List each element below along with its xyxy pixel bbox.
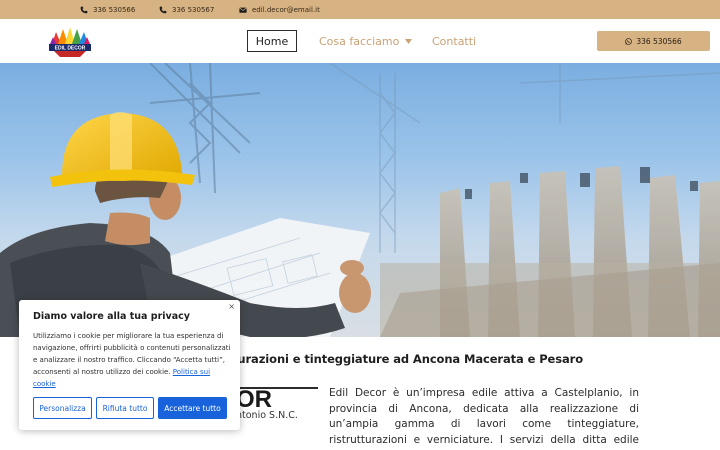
phone-icon <box>80 6 88 13</box>
top-contact-bar: 336 530566 336 530567 edil.decor@email.i… <box>0 0 720 19</box>
close-icon[interactable]: × <box>228 302 235 311</box>
topbar-phone-2-text: 336 530567 <box>172 5 215 14</box>
cookie-body: Utilizziamo i cookie per migliorare la t… <box>33 330 231 390</box>
page-tagline: turazioni e tinteggiature ad Ancona Mace… <box>232 352 584 366</box>
nav-cosa-facciamo[interactable]: Cosa facciamo <box>319 30 413 52</box>
nav-contatti[interactable]: Contatti <box>432 30 476 52</box>
edil-decor-logo-icon: EDIL DECOR <box>49 27 91 57</box>
intro-paragraph: Edil Decor è un’impresa edile attiva a C… <box>329 387 639 450</box>
header-phone-button-label: 336 530566 <box>636 36 682 46</box>
cookie-title: Diamo valore alla tua privacy <box>33 311 190 322</box>
cookie-reject-button[interactable]: Rifiuta tutto <box>96 397 154 419</box>
caret-down-icon <box>405 38 413 44</box>
nav-home[interactable]: Home <box>247 30 297 52</box>
topbar-phone-1-text: 336 530566 <box>93 5 136 14</box>
topbar-email[interactable]: edil.decor@email.it <box>239 3 320 16</box>
cookie-accept-button[interactable]: Accettare tutto <box>158 397 227 419</box>
header-whatsapp-phone-button[interactable]: 336 530566 <box>597 31 710 51</box>
topbar-phone-2[interactable]: 336 530567 <box>159 3 214 16</box>
site-logo[interactable]: EDIL DECOR <box>48 26 92 58</box>
topbar-email-text: edil.decor@email.it <box>252 5 320 14</box>
architect-with-blueprints-image <box>0 63 720 337</box>
logo-text: EDIL DECOR <box>55 46 86 52</box>
phone-icon <box>159 6 167 13</box>
cookie-consent-dialog: × Diamo valore alla tua privacy Utilizzi… <box>19 300 240 430</box>
envelope-icon <box>239 7 247 13</box>
nav-contatti-label: Contatti <box>432 34 477 48</box>
hero-image <box>0 63 720 337</box>
topbar-phone-1[interactable]: 336 530566 <box>80 3 135 16</box>
cookie-customize-button[interactable]: Personalizza <box>33 397 92 419</box>
brand-subheading: ntonio S.N.C. <box>236 410 298 421</box>
site-header: EDIL DECOR Home Cosa facciamo Contatti 3… <box>0 19 720 63</box>
nav-cosa-facciamo-label: Cosa facciamo <box>319 34 400 48</box>
whatsapp-icon <box>625 37 633 45</box>
